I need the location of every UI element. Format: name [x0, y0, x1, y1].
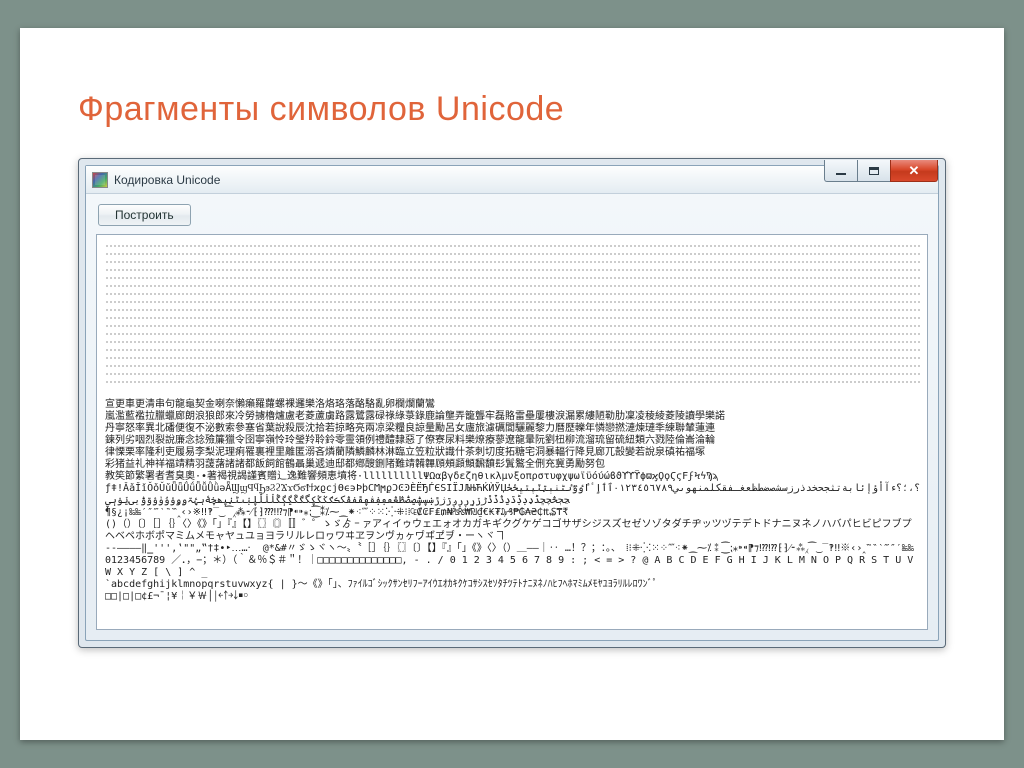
slide-title: Фрагменты символов Unicode — [78, 90, 564, 129]
dotted-row — [105, 257, 921, 263]
dotted-row — [105, 241, 921, 247]
dotted-row — [105, 313, 921, 319]
dotted-row — [105, 337, 921, 343]
dotted-row — [105, 265, 921, 271]
unicode-line: 宣更車更清串句龍龜契金喇奈懶癩羅蘿螺裸邏樂洛烙珞落酪駱亂卵欄爛蘭鸞 — [105, 387, 921, 411]
unicode-line: `abcdefghijklmnopqrstuvwxyz{ | }〜《》｢｣、ﾌｧ… — [105, 579, 921, 591]
unicode-line: 嵐濫藍襤拉臘蠟廊朗浪狼郎來冷勞擄櫓爐盧老菱蘆虜路露鷺露碌祿綠菉錄鹿論壟弄籠聾牢磊… — [105, 411, 921, 423]
unicode-line: □□|□|□¢£¬¯¦¥￤￥￦│￨￩￪￫￬￭￮ — [105, 591, 921, 603]
dotted-row — [105, 273, 921, 279]
dotted-row — [105, 353, 921, 359]
toolbar: Построить — [86, 194, 938, 232]
unicode-line: ()（）〔〕［］｛｝〈〉《》「」『』【】〖〗〘〙〚〛゛゜ゝゞゟ゠ァアィイゥウェエ… — [105, 519, 921, 543]
window-title: Кодировка Unicode — [114, 173, 220, 187]
dotted-rows — [105, 241, 921, 383]
dotted-row — [105, 361, 921, 367]
close-icon: ✕ — [909, 163, 920, 179]
window-outer-border: Кодировка Unicode ✕ Построить — [78, 158, 946, 648]
dotted-row — [105, 289, 921, 295]
maximize-icon — [869, 167, 879, 175]
build-button[interactable]: Построить — [98, 204, 191, 226]
unicode-line: 彩猪益礼神祥福靖精羽蘐藷諸諸都飯飼館鶴聶巢遞迪邸都鄕醙鉶陼難靖韛韠頋頰頿顦飜馩髟… — [105, 459, 921, 471]
window-controls: ✕ — [825, 160, 938, 182]
dotted-row — [105, 345, 921, 351]
window-frame: Кодировка Unicode ✕ Построить — [85, 165, 939, 641]
unicode-text-block: 宣更車更清串句龍龜契金喇奈懶癩羅蘿螺裸邏樂洛烙珞落酪駱亂卵欄爛蘭鸞嵐濫藍襤拉臘蠟… — [105, 387, 921, 603]
unicode-line: 丹寧怒率異北磻便復不泌數索參塞省葉說殺辰沈拾若掠略亮兩凉梁糧良諒量勵呂女廬旅濾礪… — [105, 423, 921, 435]
unicode-line: 鍊列劣咽烈裂說廉念捻殮簾獵令囹寧嶺怜玲瑩羚聆鈴零靈領例禮醴隸惡了僚寮尿料樂燎療蓼… — [105, 435, 921, 447]
unicode-line: ¶§¿¡‰‱′″‴‵‶‷‸‹›※‼‽‾‿⁀⁁⁂⁃⁄⁅⁆⁇⁈⁉⁊⁋⁌⁍⁎⁏⁐⁑⁒⁓… — [105, 507, 921, 519]
dotted-row — [105, 297, 921, 303]
slide-container: Фрагменты символов Unicode Кодировка Uni… — [20, 28, 1004, 740]
app-icon — [92, 172, 108, 188]
minimize-button[interactable] — [824, 160, 858, 182]
close-button[interactable]: ✕ — [890, 160, 938, 182]
dotted-row — [105, 305, 921, 311]
dotted-row — [105, 281, 921, 287]
dotted-row — [105, 329, 921, 335]
minimize-icon — [836, 173, 846, 175]
unicode-line: 律慄栗率隆利吏履易李梨泥理痢罹裏裡里離匿溺吝燐藺隣鱗麟林淋臨立笠粒狀識什茶刺切度… — [105, 447, 921, 459]
unicode-line: 教笶節繁署者耆臭奧·•著褐視謁謹賓贈辶逸難響頻恵墳将·llllllllllΨΩα… — [105, 471, 921, 483]
content-panel: 宣更車更清串句龍龜契金喇奈懶癩羅蘿螺裸邏樂洛烙珞落酪駱亂卵欄爛蘭鸞嵐濫藍襤拉臘蠟… — [96, 234, 928, 630]
maximize-button[interactable] — [857, 160, 891, 182]
dotted-row — [105, 369, 921, 375]
unicode-line: ƒǂǃǍǎǏǐǑǒǓǔǕǖǗǘǙǚǛǜǝǞϢϣϤϥϦϧϨϩϪϫϬϭϮϯϰϱϲϳϴ… — [105, 483, 921, 507]
window-titlebar[interactable]: Кодировка Unicode ✕ — [86, 166, 938, 194]
dotted-row — [105, 377, 921, 383]
dotted-row — [105, 249, 921, 255]
content-scroll[interactable]: 宣更車更清串句龍龜契金喇奈懶癩羅蘿螺裸邏樂洛烙珞落酪駱亂卵欄爛蘭鸞嵐濫藍襤拉臘蠟… — [97, 235, 927, 629]
unicode-line: 0123456789 ／．，−；＊）（｀＆％＄＃＂！｜□□□□□□□□□□□□□… — [105, 555, 921, 579]
unicode-line: ‐‑‒–—―‖‗'''‚‛""„‟†‡•‣․‥…‧ ‪‫‬‭‮ ‰‱′″‴‵‶‷… — [105, 543, 921, 555]
dotted-row — [105, 321, 921, 327]
